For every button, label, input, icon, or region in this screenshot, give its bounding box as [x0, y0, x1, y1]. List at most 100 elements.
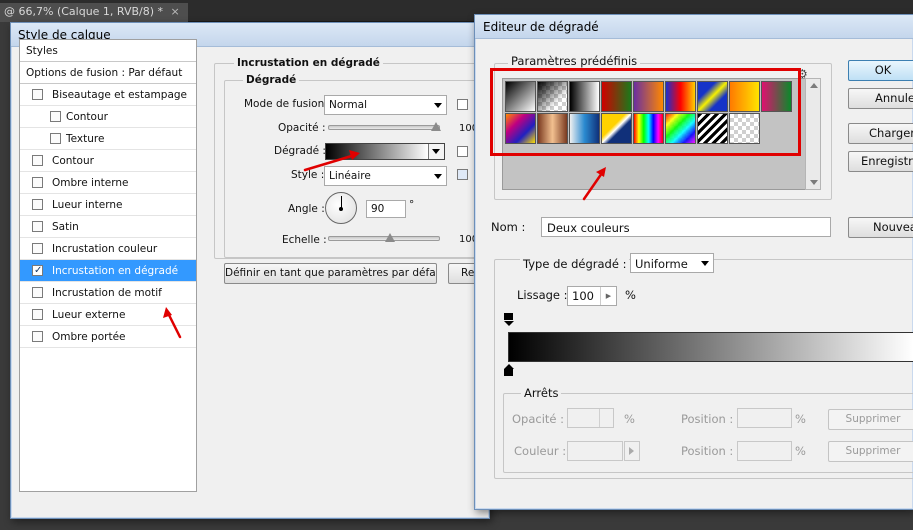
style-item[interactable]: Biseautage et estampage [20, 84, 196, 106]
close-icon[interactable]: × [171, 5, 180, 18]
color-stop-left[interactable] [503, 364, 514, 376]
preset-swatch[interactable] [569, 81, 600, 112]
style-item-checkbox[interactable] [32, 89, 43, 100]
stop-color-label: Couleur : [514, 444, 567, 458]
stop-opacity-position-input[interactable] [737, 408, 792, 428]
preset-swatch[interactable] [665, 81, 696, 112]
style-item-label: Incrustation couleur [52, 243, 158, 255]
style-select[interactable]: Linéaire [324, 166, 447, 186]
style-item-checkbox[interactable] [32, 177, 43, 188]
preset-swatch[interactable] [729, 81, 760, 112]
preset-swatch[interactable] [697, 81, 728, 112]
new-button[interactable]: Nouveau [848, 217, 913, 238]
blend-mode-select[interactable]: Normal [324, 95, 447, 115]
preset-swatch[interactable] [633, 113, 664, 144]
preset-swatch[interactable] [729, 113, 760, 144]
blend-mode-label: Mode de fusion : [244, 98, 332, 110]
stop-color-position-input[interactable] [737, 441, 792, 461]
preset-swatch[interactable] [761, 81, 792, 112]
cancel-button[interactable]: Annuler [848, 88, 913, 109]
scale-slider-thumb[interactable] [385, 233, 396, 242]
gradient-picker[interactable] [325, 143, 445, 160]
presets-title: Paramètres prédéfinis [508, 54, 641, 68]
preset-swatch[interactable] [537, 81, 568, 112]
style-item-checkbox[interactable] [50, 111, 61, 122]
blend-mode-value: Normal [329, 99, 367, 111]
gradient-preview[interactable] [326, 144, 428, 159]
stop-color-position-unit: % [795, 444, 806, 458]
reverse-checkbox[interactable] [457, 146, 468, 157]
align-with-layer-checkbox[interactable] [457, 169, 468, 180]
gradient-type-label: Type de dégradé : [520, 257, 630, 271]
opacity-slider[interactable] [328, 122, 441, 131]
style-item-checkbox[interactable] [32, 287, 43, 298]
ok-button[interactable]: OK [848, 60, 913, 81]
preset-swatch[interactable] [697, 113, 728, 144]
scroll-up-icon[interactable] [810, 83, 818, 88]
style-item-checkbox[interactable] [32, 331, 43, 342]
preset-swatch[interactable] [601, 113, 632, 144]
style-item[interactable]: Incrustation couleur [20, 238, 196, 260]
style-item[interactable]: Contour [20, 150, 196, 172]
smoothness-input[interactable]: 100 ▶ [567, 286, 617, 306]
chevron-right-icon[interactable]: ▶ [600, 287, 616, 305]
delete-color-stop-button[interactable]: Supprimer [828, 441, 913, 462]
style-item[interactable]: Options de fusion : Par défaut [20, 62, 196, 84]
preset-swatch[interactable] [665, 113, 696, 144]
gradient-bar[interactable] [508, 332, 913, 362]
style-item[interactable]: Ombre portée [20, 326, 196, 348]
style-item-checkbox[interactable] [32, 221, 43, 232]
gradient-dropdown-button[interactable] [428, 144, 444, 159]
style-item[interactable]: Ombre interne [20, 172, 196, 194]
style-item[interactable]: Incrustation de motif [20, 282, 196, 304]
style-item-label: Texture [66, 133, 105, 145]
style-item-checkbox[interactable] [32, 243, 43, 254]
stop-opacity-position-label: Position : [681, 412, 734, 426]
gradient-type-value: Uniforme [635, 257, 688, 271]
angle-input[interactable]: 90 [366, 200, 406, 218]
style-item[interactable]: Satin [20, 216, 196, 238]
style-item[interactable]: Texture [20, 128, 196, 150]
styles-header[interactable]: Styles [20, 40, 196, 62]
preset-swatch[interactable] [537, 113, 568, 144]
dither-checkbox[interactable] [457, 99, 468, 110]
stop-opacity-input[interactable] [567, 408, 614, 428]
presets-scrollbar[interactable] [805, 78, 821, 190]
preset-swatch[interactable] [505, 81, 536, 112]
save-button[interactable]: Enregistrer... [848, 151, 913, 172]
gradient-editor-title: Editeur de dégradé [475, 15, 913, 39]
opacity-stop-left[interactable] [503, 313, 514, 326]
style-item-checkbox[interactable] [32, 260, 43, 282]
delete-opacity-stop-button[interactable]: Supprimer [828, 409, 913, 430]
load-button[interactable]: Charger... [848, 123, 913, 144]
stop-color-position-label: Position : [681, 444, 734, 458]
scale-slider[interactable] [328, 233, 440, 242]
style-item-label: Contour [52, 155, 94, 167]
style-item[interactable]: Lueur interne [20, 194, 196, 216]
style-item[interactable]: Lueur externe [20, 304, 196, 326]
style-item-checkbox[interactable] [32, 199, 43, 210]
stop-opacity-label: Opacité : [512, 412, 565, 426]
style-item[interactable]: Contour [20, 106, 196, 128]
stop-color-swatch[interactable] [567, 441, 623, 461]
document-tab[interactable]: @ 66,7% (Calque 1, RVB/8) * × [0, 3, 188, 22]
preset-swatch[interactable] [633, 81, 664, 112]
opacity-slider-thumb[interactable] [431, 122, 441, 131]
document-tab-title: @ 66,7% (Calque 1, RVB/8) * [4, 5, 164, 18]
name-input[interactable]: Deux couleurs [541, 217, 831, 237]
preset-swatch[interactable] [569, 113, 600, 144]
gradient-overlay-title: Incrustation en dégradé [234, 57, 383, 69]
set-default-button[interactable]: Définir en tant que paramètres par défau… [224, 263, 437, 284]
gradient-type-select[interactable]: Uniforme [630, 253, 714, 273]
preset-swatch[interactable] [601, 81, 632, 112]
style-item[interactable]: Incrustation en dégradé [20, 260, 196, 282]
scale-label: Echelle : [282, 234, 327, 246]
style-item-checkbox[interactable] [50, 133, 61, 144]
style-item-checkbox[interactable] [32, 155, 43, 166]
angle-dial[interactable] [325, 192, 357, 224]
scroll-down-icon[interactable] [810, 180, 818, 185]
stop-color-menu[interactable] [624, 441, 640, 461]
preset-swatch[interactable] [505, 113, 536, 144]
stop-opacity-unit: % [624, 412, 635, 426]
style-item-checkbox[interactable] [32, 309, 43, 320]
